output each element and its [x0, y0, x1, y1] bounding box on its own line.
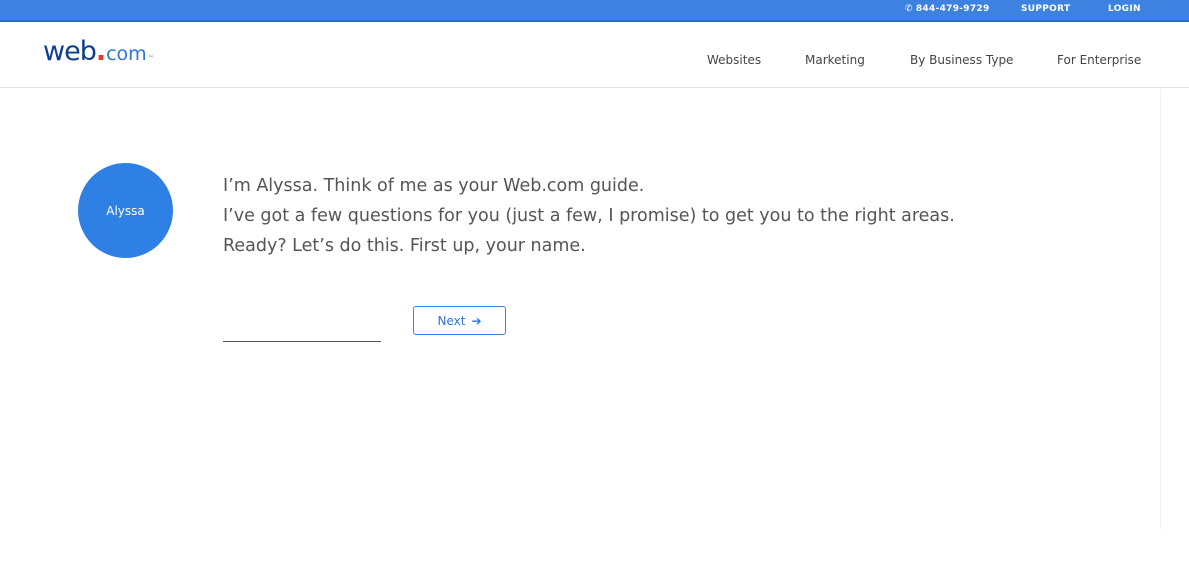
phone-number: 844-479-9729	[915, 4, 990, 14]
nav-websites[interactable]: Websites	[707, 53, 761, 67]
utility-bar: ✆ 844-479-9729 SUPPORT LOGIN	[0, 0, 1189, 22]
phone-link[interactable]: ✆ 844-479-9729	[905, 4, 990, 14]
logo-com-text: com	[106, 43, 147, 65]
nav-for-enterprise[interactable]: For Enterprise	[1057, 53, 1141, 67]
login-link[interactable]: LOGIN	[1108, 4, 1141, 14]
support-link[interactable]: SUPPORT	[1021, 4, 1070, 14]
name-input[interactable]	[223, 316, 381, 342]
content-divider	[1160, 89, 1161, 529]
web-com-logo[interactable]: web. com ™	[43, 38, 154, 65]
next-button[interactable]: Next ➔	[413, 306, 506, 335]
avatar-label: Alyssa	[106, 203, 145, 218]
nav-by-business-type[interactable]: By Business Type	[910, 53, 1013, 67]
nav-marketing[interactable]: Marketing	[805, 53, 865, 67]
phone-icon: ✆	[905, 4, 913, 14]
message-line: I’m Alyssa. Think of me as your Web.com …	[223, 176, 645, 196]
arrow-right-icon: ➔	[471, 313, 482, 328]
guide-avatar: Alyssa	[78, 163, 173, 258]
logo-trademark: ™	[147, 55, 154, 62]
next-button-label: Next	[437, 313, 466, 328]
logo-dot: .	[95, 36, 107, 67]
message-line: I’ve got a few questions for you (just a…	[223, 206, 955, 226]
message-line: Ready? Let’s do this. First up, your nam…	[223, 236, 586, 256]
site-header: web. com ™ Websites Marketing By Business …	[0, 22, 1189, 88]
guide-message: I’m Alyssa. Think of me as your Web.com …	[223, 171, 1123, 261]
logo-web-text: web	[43, 36, 97, 67]
